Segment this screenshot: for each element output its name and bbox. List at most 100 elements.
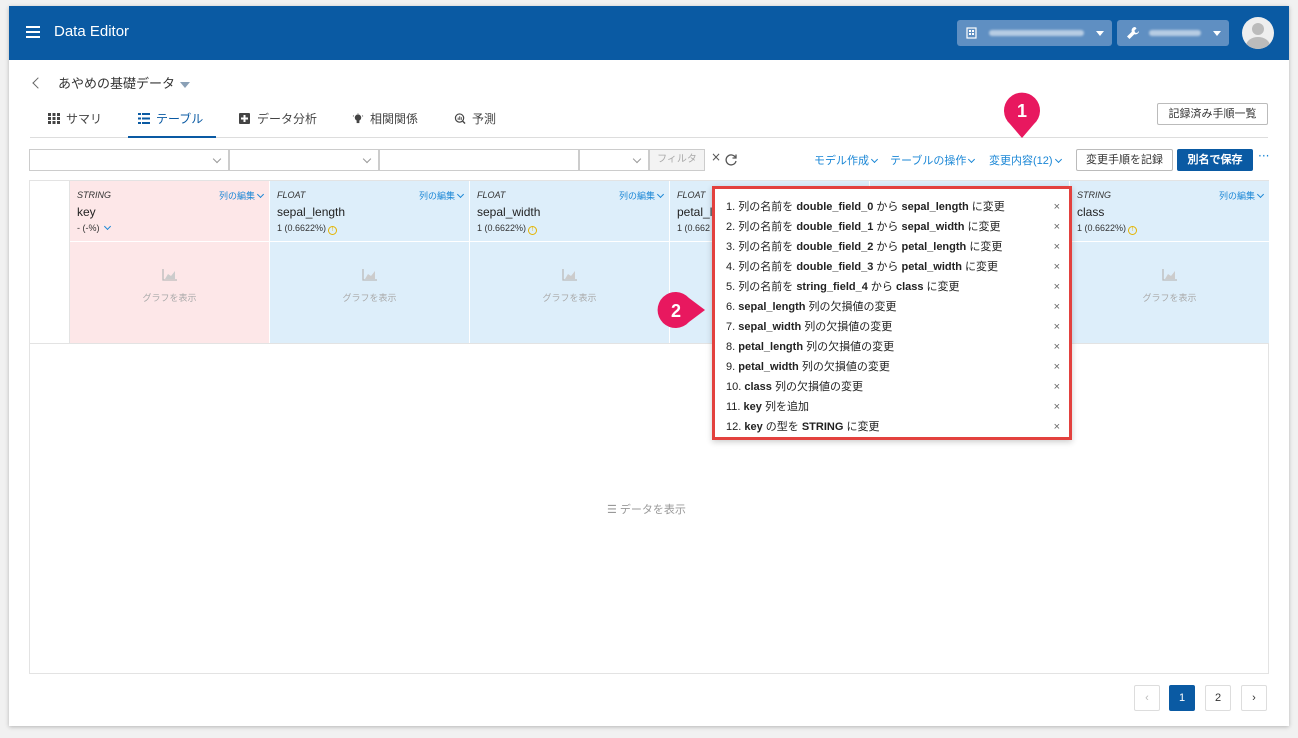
tab-label: サマリ — [66, 112, 103, 126]
change-text: petal_length — [901, 241, 967, 253]
tab-label: テーブル — [156, 112, 204, 126]
page-2-button[interactable]: 2 — [1205, 685, 1231, 711]
column-key: STRING key - (-%) 列の編集 グラフを表示 — [70, 181, 270, 343]
changes-menu[interactable]: 変更内容(12) — [989, 152, 1062, 168]
change-text: 列の欠損値の変更 — [771, 381, 863, 393]
change-text: から — [867, 281, 896, 293]
change-text: key — [744, 421, 763, 433]
tab-label: データ分析 — [257, 112, 318, 126]
edit-column-link[interactable]: 列の編集 — [1219, 189, 1265, 202]
change-text: 列の欠損値の変更 — [803, 341, 895, 353]
change-text: から — [873, 201, 902, 213]
change-text: 8. — [726, 341, 736, 353]
change-item: 12. key の型を STRING に変更 × — [726, 417, 1066, 437]
dataset-name[interactable]: あやめの基礎データ — [58, 76, 175, 91]
change-text: sepal_width — [738, 321, 802, 333]
show-graph-button[interactable]: グラフを表示 — [1070, 266, 1269, 304]
tab-correlation[interactable]: 相関関係 — [352, 101, 418, 138]
filter-mode-select[interactable] — [579, 149, 649, 171]
model-create-menu[interactable]: モデル作成 — [814, 152, 879, 168]
remove-change-icon[interactable]: × — [1054, 397, 1060, 417]
organization-select[interactable] — [957, 20, 1112, 46]
change-text: 9. — [726, 361, 736, 373]
chart-icon — [361, 269, 377, 281]
recorded-steps-button[interactable]: 記録済み手順一覧 — [1157, 103, 1268, 125]
clear-filter-icon[interactable]: × — [711, 150, 721, 164]
chart-icon — [161, 269, 177, 281]
page-1-button[interactable]: 1 — [1169, 685, 1195, 711]
column-class: STRING class 1 (0.6622%)! 列の編集 グラフを表示 — [1070, 181, 1270, 343]
remove-change-icon[interactable]: × — [1054, 197, 1060, 217]
remove-change-icon[interactable]: × — [1054, 277, 1060, 297]
prev-page-button[interactable]: ‹ — [1134, 685, 1160, 711]
column-header[interactable]: FLOAT sepal_width 1 (0.6622%)! 列の編集 — [470, 181, 669, 242]
change-text: に変更 — [968, 201, 1005, 213]
building-icon — [966, 27, 977, 39]
edit-column-link[interactable]: 列の編集 — [419, 189, 465, 202]
filter-column-select[interactable] — [29, 149, 229, 171]
callout-number: 1 — [1017, 101, 1027, 121]
change-text: class — [744, 381, 772, 393]
remove-change-icon[interactable]: × — [1054, 237, 1060, 257]
change-text: に変更 — [961, 261, 999, 273]
chevron-down-icon — [1256, 190, 1265, 199]
table-operations-menu[interactable]: テーブルの操作 — [890, 152, 976, 168]
record-steps-button[interactable]: 変更手順を記録 — [1076, 149, 1173, 171]
change-text: から — [873, 241, 902, 253]
remove-change-icon[interactable]: × — [1054, 377, 1060, 397]
project-select[interactable] — [1117, 20, 1229, 46]
remove-change-icon[interactable]: × — [1054, 417, 1060, 437]
tab-data-analysis[interactable]: データ分析 — [239, 101, 317, 138]
edit-column-link[interactable]: 列の編集 — [619, 189, 665, 202]
remove-change-icon[interactable]: × — [1054, 257, 1060, 277]
missing-stat: 1 (0.662 — [677, 223, 711, 233]
grid-icon — [48, 113, 60, 124]
filter-value-input[interactable] — [379, 149, 579, 171]
remove-change-icon[interactable]: × — [1054, 297, 1060, 317]
avatar[interactable] — [1242, 17, 1274, 49]
back-arrow-icon[interactable] — [32, 77, 44, 89]
save-as-button[interactable]: 別名で保存 — [1177, 149, 1253, 171]
remove-change-icon[interactable]: × — [1054, 357, 1060, 377]
tab-summary[interactable]: サマリ — [48, 101, 102, 138]
change-text: 列の名前を — [738, 201, 797, 213]
column-name: class — [1077, 205, 1105, 219]
change-item: 8. petal_length 列の欠損値の変更 × — [726, 337, 1066, 357]
chevron-down-icon — [1213, 31, 1221, 36]
next-page-button[interactable]: › — [1241, 685, 1267, 711]
column-sepal-length: FLOAT sepal_length 1 (0.6622%)! 列の編集 グラフ… — [270, 181, 470, 343]
column-header[interactable]: FLOAT sepal_length 1 (0.6622%)! 列の編集 — [270, 181, 469, 242]
column-name: sepal_length — [277, 205, 346, 219]
wrench-icon — [1127, 27, 1139, 39]
chevron-down-icon — [456, 190, 465, 199]
change-text: 7. — [726, 321, 736, 333]
change-text: に変更 — [964, 221, 1001, 233]
remove-change-icon[interactable]: × — [1054, 217, 1060, 237]
change-text: 3. — [726, 241, 736, 253]
show-graph-button[interactable]: グラフを表示 — [270, 266, 469, 304]
change-text: STRING — [801, 421, 844, 433]
show-data-button[interactable]: ☰ データを表示 — [607, 501, 686, 517]
tab-prediction[interactable]: 予測 — [454, 101, 496, 138]
chevron-down-icon[interactable] — [103, 222, 112, 231]
filter-button[interactable]: フィルタ — [649, 149, 705, 171]
show-graph-button[interactable]: グラフを表示 — [70, 266, 269, 304]
change-text: 列の名前を — [738, 241, 797, 253]
show-graph-button[interactable]: グラフを表示 — [470, 266, 669, 304]
remove-change-icon[interactable]: × — [1054, 317, 1060, 337]
chevron-down-icon — [256, 190, 265, 199]
refresh-icon[interactable] — [724, 153, 738, 167]
remove-change-icon[interactable]: × — [1054, 337, 1060, 357]
tab-table[interactable]: テーブル — [128, 101, 216, 138]
menu-icon[interactable] — [26, 26, 40, 38]
filter-operator-select[interactable] — [229, 149, 379, 171]
column-header[interactable]: STRING class 1 (0.6622%)! 列の編集 — [1070, 181, 1269, 242]
column-header[interactable]: STRING key - (-%) 列の編集 — [70, 181, 269, 242]
top-bar: Data Editor — [9, 6, 1289, 60]
caret-down-icon[interactable] — [180, 82, 191, 88]
change-item: 3. 列の名前を double_field_2 から petal_length … — [726, 237, 1066, 257]
edit-column-link[interactable]: 列の編集 — [219, 189, 265, 202]
row-number-column — [30, 181, 70, 343]
change-text: に変更 — [923, 281, 960, 293]
more-options-icon[interactable]: ··· — [1258, 149, 1269, 163]
